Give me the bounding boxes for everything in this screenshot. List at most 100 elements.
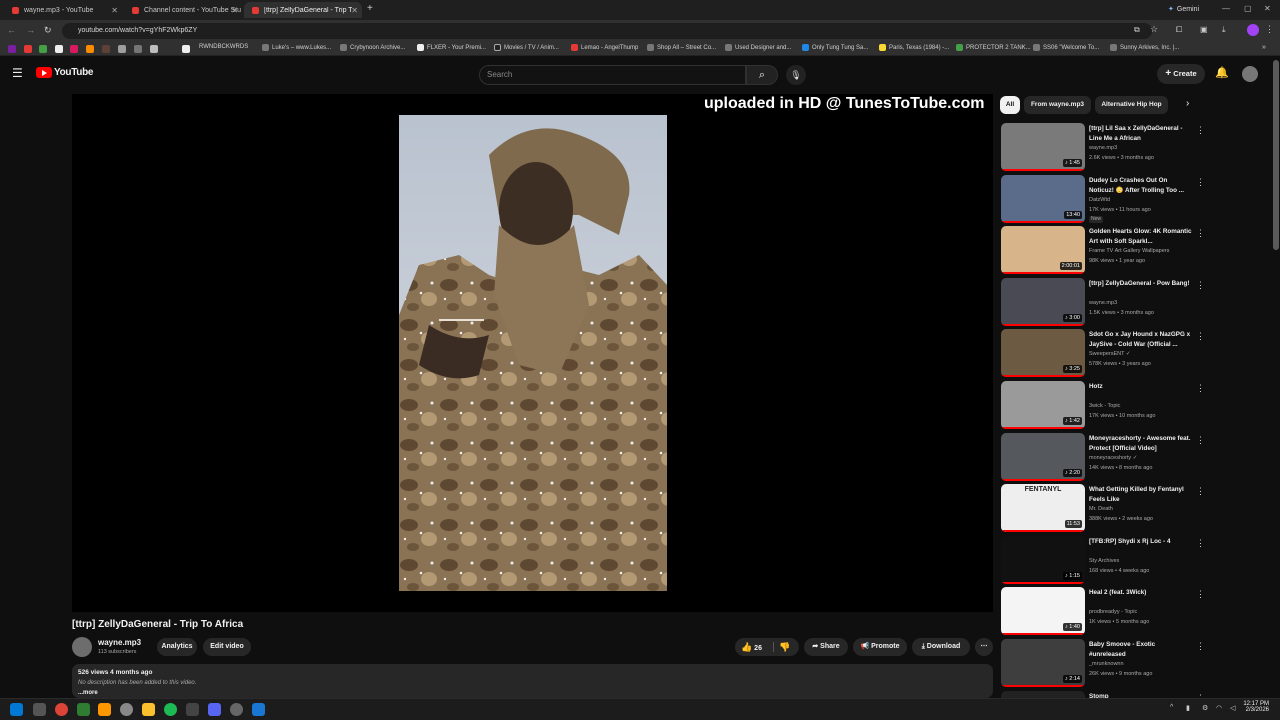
minimize-window-icon[interactable]: — — [1222, 4, 1230, 13]
search-button[interactable]: ⌕ — [746, 65, 778, 85]
gemini-button[interactable]: ✦ Gemini — [1168, 5, 1199, 14]
recommendation-channel[interactable]: prodbreadyy - Topic — [1089, 609, 1137, 615]
close-tab-icon[interactable]: ✕ — [351, 6, 358, 15]
voice-search-button[interactable]: 🎙 — [786, 65, 806, 85]
bookmark-item[interactable]: Lemao - AngelThump — [571, 44, 638, 51]
more-options-icon[interactable]: ⋮ — [1196, 486, 1205, 497]
task-view-icon[interactable] — [33, 703, 46, 716]
bookmark-icon[interactable] — [39, 45, 47, 53]
bookmark-item[interactable]: Sunny Arkives, Inc. |... — [1110, 44, 1179, 51]
recommendation-title[interactable]: What Getting Killed by Fentanyl Feels Li… — [1089, 485, 1192, 504]
address-bar[interactable]: youtube.com/watch?v=gYhF2Wkp6ZY — [62, 23, 1152, 39]
recommendation-title[interactable]: Golden Hearts Glow: 4K Romantic Art with… — [1089, 227, 1192, 246]
browser-tab[interactable]: wayne.mp3 - YouTube ✕ — [4, 2, 122, 18]
more-options-icon[interactable]: ⋮ — [1196, 177, 1205, 188]
app-icon[interactable] — [230, 703, 243, 716]
hamburger-menu-icon[interactable]: ☰ — [12, 66, 23, 80]
bookmark-icon[interactable] — [8, 45, 16, 53]
recommendation-title[interactable]: Moneyraceshorty - Awesome feat. Protect … — [1089, 434, 1192, 453]
video-thumbnail[interactable]: ♪ 2:14 — [1001, 639, 1085, 687]
more-options-icon[interactable]: ⋮ — [1196, 383, 1205, 394]
video-thumbnail[interactable]: ♪ 2:20 — [1001, 433, 1085, 481]
more-bookmarks-icon[interactable]: » — [1262, 44, 1266, 51]
promote-button[interactable]: 📢 Promote — [853, 638, 907, 656]
video-thumbnail[interactable]: ♪ 3:00 — [1001, 278, 1085, 326]
recommendation-channel[interactable]: Mr. Death — [1089, 506, 1113, 512]
app-icon[interactable] — [120, 703, 133, 716]
close-tab-icon[interactable]: ✕ — [231, 6, 238, 15]
app-icon[interactable] — [252, 703, 265, 716]
recommendation-channel[interactable]: Sty Archives — [1089, 558, 1119, 564]
windows-start-icon[interactable] — [10, 703, 23, 716]
recommendation-item[interactable]: 2:00:01 Golden Hearts Glow: 4K Romantic A… — [1001, 226, 1206, 274]
chip-from-channel[interactable]: From wayne.mp3 — [1024, 96, 1091, 114]
more-options-icon[interactable]: ⋮ — [1196, 125, 1205, 136]
bookmark-item[interactable]: Only Tung Tung Sa... — [802, 44, 868, 51]
bookmark-item[interactable]: PROTECTOR 2 TANK... — [956, 44, 1031, 51]
channel-name[interactable]: wayne.mp3 — [98, 638, 141, 647]
recommendation-item[interactable]: 13:40 Dudey Lo Crashes Out On Noticuz! 😳 … — [1001, 175, 1206, 223]
recommendation-item[interactable]: Stomp ⋮ — [1001, 691, 1206, 698]
bookmark-item[interactable]: Shop All – Street Co... — [647, 44, 716, 51]
recommendation-item[interactable]: ♪ 2:14 Baby Smoove - Exotic #unreleased _m… — [1001, 639, 1206, 687]
video-thumbnail[interactable]: 13:40 — [1001, 175, 1085, 223]
recommendation-item[interactable]: ♪ 1:15 [TFB:RP] Shydi x Rj Loc - 4 Sty Arc… — [1001, 536, 1206, 584]
volume-icon[interactable]: ◁ — [1230, 704, 1235, 712]
edit-video-button[interactable]: Edit video — [203, 638, 251, 656]
recommendation-channel[interactable]: 3wick - Topic — [1089, 403, 1120, 409]
description-box[interactable]: 526 views 4 months ago No description ha… — [72, 664, 993, 698]
recommendation-item[interactable]: FENTANYL 11:53 What Getting Killed by Fent… — [1001, 484, 1206, 532]
video-player[interactable]: uploaded in HD @ TunesToTube.com — [72, 94, 993, 612]
share-button[interactable]: ➦ Share — [804, 638, 848, 656]
bookmark-star-icon[interactable]: ☆ — [1150, 24, 1158, 35]
bookmark-item[interactable]: RWNDBCKWRDS — [199, 44, 248, 50]
recommendation-item[interactable]: ♪ 3:00 [ttrp] ZellyDaGeneral - Pow Bang! w… — [1001, 278, 1206, 326]
tray-icon[interactable]: ⚙ — [1202, 704, 1208, 712]
install-app-icon[interactable]: ⧉ — [1134, 25, 1140, 35]
discord-icon[interactable] — [208, 703, 221, 716]
bookmark-icon[interactable] — [86, 45, 94, 53]
bookmark-item[interactable]: SS06 "Welcome To... — [1033, 44, 1099, 51]
bookmark-item[interactable]: Used Designer and... — [725, 44, 791, 51]
bookmark-item[interactable]: FLXER - Your Premi... — [417, 44, 486, 51]
close-tab-icon[interactable]: ✕ — [111, 6, 118, 15]
recommendation-title[interactable]: Hotz — [1089, 382, 1192, 392]
recommendation-channel[interactable]: _mrunknownn — [1089, 661, 1124, 667]
file-explorer-icon[interactable] — [142, 703, 155, 716]
like-button[interactable]: 👍 26 — [741, 638, 771, 658]
bookmark-item[interactable]: Paris, Texas (1984) -... — [879, 44, 949, 51]
instagram-icon[interactable] — [70, 45, 78, 53]
bookmark-item[interactable]: Movies / TV / Anim... — [494, 44, 559, 51]
recommendation-channel[interactable]: DatzWtd — [1089, 197, 1110, 203]
reload-icon[interactable]: ↻ — [44, 25, 52, 36]
extensions-icon[interactable]: ⧠ — [1176, 25, 1182, 35]
recommendation-title[interactable]: [TFB:RP] Shydi x Rj Loc - 4 — [1089, 537, 1192, 547]
bookmark-icon[interactable] — [24, 45, 32, 53]
search-input[interactable]: Search — [479, 65, 746, 85]
chip-all[interactable]: All — [1000, 96, 1020, 114]
browser-menu-icon[interactable]: ⋮ — [1265, 24, 1274, 35]
notifications-bell-icon[interactable]: 🔔 — [1215, 66, 1229, 79]
youtube-logo[interactable]: YouTube — [36, 67, 94, 78]
more-options-icon[interactable]: ⋮ — [1196, 641, 1205, 652]
downloads-icon[interactable]: ⤓ — [1222, 25, 1226, 35]
video-thumbnail[interactable]: ♪ 1:40 — [1001, 587, 1085, 635]
back-icon[interactable]: ← — [7, 25, 16, 35]
video-thumbnail[interactable]: ♪ 1:45 — [1001, 123, 1085, 171]
app-icon[interactable] — [98, 703, 111, 716]
recommendation-title[interactable]: Baby Smoove - Exotic #unreleased — [1089, 640, 1192, 659]
recommendation-title[interactable]: [ttrp] Lil Saa x ZellyDaGeneral - Line M… — [1089, 124, 1192, 143]
create-button[interactable]: + Create — [1157, 64, 1205, 84]
recommendation-title[interactable]: Heal 2 (feat. 3Wick) — [1089, 588, 1192, 598]
chip-alternative-hip-hop[interactable]: Alternative Hip Hop — [1095, 96, 1168, 114]
recommendation-item[interactable]: ♪ 3:25 Sdot Go x Jay Hound x NazGPG x Jay… — [1001, 329, 1206, 377]
spotify-icon[interactable] — [164, 703, 177, 716]
video-thumbnail[interactable]: ♪ 1:15 — [1001, 536, 1085, 584]
tray-chevron-icon[interactable]: ^ — [1170, 704, 1173, 711]
bookmark-icon[interactable] — [182, 45, 190, 53]
more-options-icon[interactable]: ⋮ — [1196, 589, 1205, 600]
show-more-link[interactable]: ...more — [78, 690, 98, 696]
close-window-icon[interactable]: ✕ — [1264, 4, 1271, 13]
video-thumbnail[interactable]: FENTANYL 11:53 — [1001, 484, 1085, 532]
analytics-button[interactable]: Analytics — [157, 638, 197, 656]
